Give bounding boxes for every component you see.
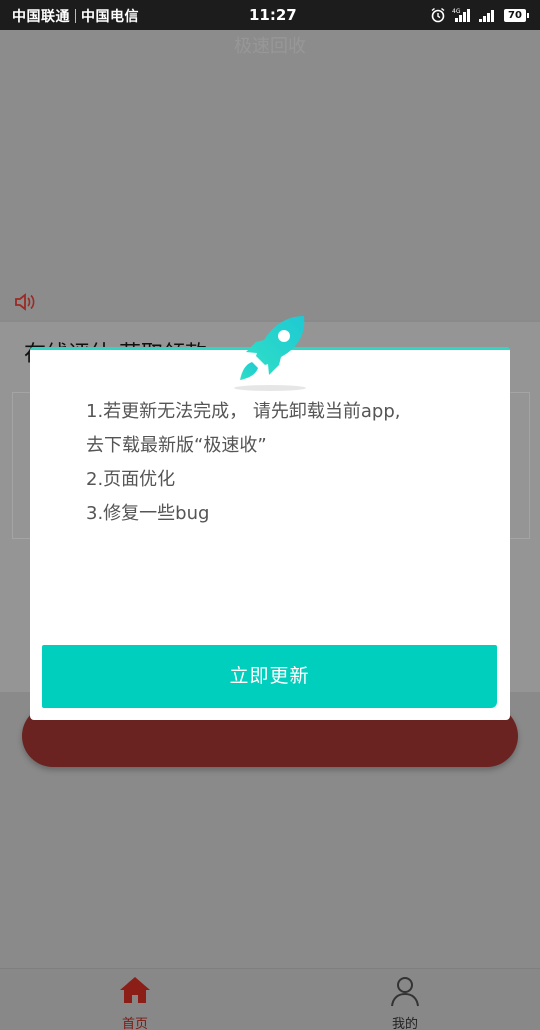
status-bar: 中国联通 中国电信 11:27 4G 70 [0, 0, 540, 30]
signal-icon [479, 10, 494, 22]
carrier-1: 中国联通 [12, 9, 70, 25]
update-now-button[interactable]: 立即更新 [42, 645, 497, 708]
battery-icon: 70 [504, 8, 529, 22]
tab-home-label: 首页 [121, 1017, 148, 1030]
system-icons: 4G 70 [430, 6, 529, 24]
carrier-divider [75, 9, 76, 23]
user-icon [391, 977, 419, 1007]
speaker-icon [15, 293, 35, 311]
update-notes: 1.若更新无法完成， 请先卸载当前app, 去下载最新版“极速收” 2.页面优化… [86, 395, 496, 531]
bottom-tab-bar: 首页 我的 [0, 968, 540, 1030]
update-note: 3.修复一些bug [86, 503, 210, 524]
signal-4g-icon: 4G [452, 8, 470, 22]
banner-area: 极速回收 [0, 30, 540, 320]
update-dialog: 1.若更新无法完成， 请先卸载当前app, 去下载最新版“极速收” 2.页面优化… [30, 347, 510, 720]
update-note: 去下载最新版“极速收” [86, 435, 267, 456]
carrier-2: 中国电信 [81, 9, 139, 25]
tab-mine[interactable]: 我的 [270, 969, 540, 1030]
status-time: 11:27 [249, 6, 297, 24]
update-note: 2.页面优化 [86, 469, 176, 490]
update-note: 1.若更新无法完成， 请先卸载当前app, [86, 401, 401, 422]
svg-text:4G: 4G [452, 8, 461, 15]
rocket-icon [234, 316, 306, 391]
tab-home[interactable]: 首页 [0, 969, 270, 1030]
alarm-icon [431, 7, 445, 23]
carrier-info: 中国联通 中国电信 [12, 6, 139, 26]
page-title: 极速回收 [234, 36, 306, 57]
tab-mine-label: 我的 [391, 1017, 418, 1030]
home-icon [120, 977, 150, 1003]
